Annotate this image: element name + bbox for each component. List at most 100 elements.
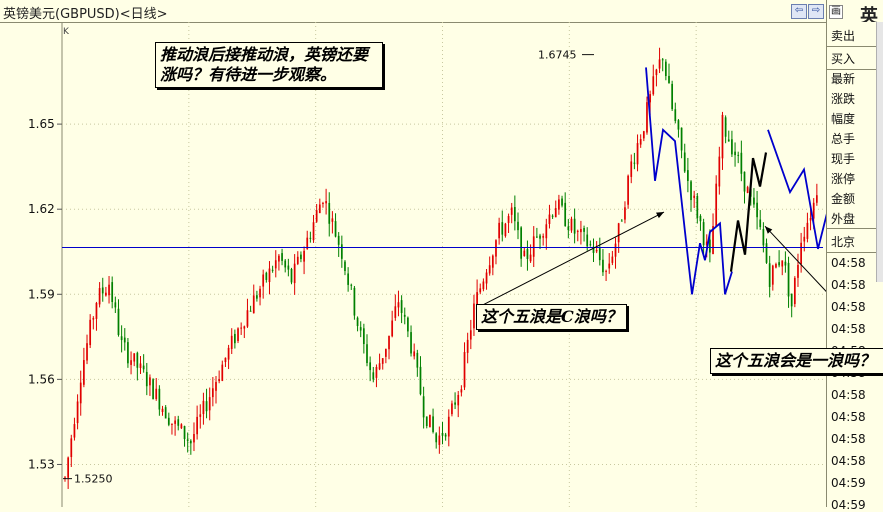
candle-body <box>438 435 441 445</box>
candle-body <box>463 352 466 388</box>
candle-body <box>362 328 365 345</box>
panel-time: 04:58 <box>831 300 866 314</box>
panel-divider <box>827 228 883 229</box>
candle-body <box>293 263 296 284</box>
candle-body <box>76 401 79 424</box>
candle-body <box>67 457 70 478</box>
candle-body <box>422 396 425 418</box>
candle-body <box>403 314 406 317</box>
candle-body <box>501 222 504 235</box>
candle-body <box>696 195 699 219</box>
candle-body <box>633 162 636 164</box>
candle-body <box>595 249 598 252</box>
candle-body <box>101 287 104 294</box>
candle-body <box>583 228 585 232</box>
candle-body <box>73 424 76 438</box>
candle-body <box>152 379 154 400</box>
candle-body <box>664 61 667 77</box>
panel-section-beijing: 北京 <box>831 235 856 249</box>
candle-body <box>158 388 161 410</box>
candle-body <box>108 284 110 296</box>
y-tick-label: 1.53 <box>28 457 55 471</box>
wave-black <box>729 152 768 272</box>
candle-body <box>171 423 173 425</box>
candle-body <box>340 244 343 259</box>
candle-body <box>149 377 151 386</box>
candle-body <box>793 277 796 305</box>
candle-body <box>208 397 211 411</box>
candle-body <box>429 414 431 428</box>
candle-body <box>674 109 677 122</box>
candle-body <box>765 243 768 263</box>
candle-body <box>318 204 321 214</box>
candle-body <box>425 416 428 427</box>
candle-body <box>598 247 601 261</box>
candle-body <box>532 236 535 257</box>
candle-body <box>661 59 664 61</box>
panel-scrollbar[interactable] <box>876 22 883 282</box>
candle-body <box>353 287 356 316</box>
candle-body <box>164 407 167 419</box>
panel-time: 04:58 <box>831 432 866 446</box>
candle-body <box>775 263 777 268</box>
candle-body <box>548 214 551 224</box>
candle-body <box>92 318 95 320</box>
panel-time: 04:58 <box>831 278 866 292</box>
prev-arrow-icon[interactable]: ⇦ <box>791 4 807 19</box>
candle-body <box>567 226 570 231</box>
quote-panel: 卖出 买入 最新 涨跌 幅度 总手 现手 涨停 金额 外盘 北京 04:58 04:58 04:58 04:… <box>826 22 883 512</box>
candle-body <box>617 223 620 243</box>
candle-body <box>743 171 746 192</box>
candle-body <box>771 265 774 285</box>
candle-body <box>602 259 604 273</box>
panel-label: 涨跌 <box>831 92 856 106</box>
candle-body <box>105 292 107 296</box>
candle-body <box>211 388 214 398</box>
candle-body <box>746 187 749 193</box>
candle-body <box>642 131 645 139</box>
candle-body <box>630 161 633 177</box>
candle-body <box>529 254 532 262</box>
candle-body <box>86 343 88 361</box>
candle-body <box>133 353 136 362</box>
candle-body <box>240 327 243 329</box>
candle-body <box>303 250 305 262</box>
panel-header: 英 画 <box>826 0 883 27</box>
candle-body <box>558 199 560 210</box>
candle-body <box>249 310 252 312</box>
candle-body <box>274 260 277 269</box>
candle-body <box>174 420 176 424</box>
panel-label: 外盘 <box>831 212 856 226</box>
next-arrow-icon[interactable]: ⇨ <box>808 4 824 19</box>
candles <box>63 47 818 489</box>
candle-body <box>491 255 494 268</box>
candle-body <box>542 236 545 238</box>
candle-body <box>646 102 648 133</box>
candlestick-chart: 1.65 1.62 1.59 1.56 1.53 K 1.6745 1.5250 <box>28 22 826 507</box>
candle-body <box>139 363 142 369</box>
note-first-wave: 这个五浪会是一浪吗？ <box>710 348 883 374</box>
candle-body <box>391 320 394 337</box>
candle-body <box>740 152 743 174</box>
candle-body <box>510 207 513 215</box>
candle-body <box>690 181 692 201</box>
candle-body <box>296 256 299 264</box>
candle-body <box>457 394 460 406</box>
candle-body <box>227 347 230 360</box>
candle-body <box>687 170 689 181</box>
panel-label: 现手 <box>831 152 856 166</box>
candle-body <box>83 360 85 385</box>
candle-body <box>167 417 170 425</box>
candle-body <box>312 222 315 241</box>
draw-tool-icon[interactable]: 画 <box>829 5 843 19</box>
candle-body <box>800 242 802 265</box>
candle-body <box>677 120 680 130</box>
candle-body <box>715 183 718 227</box>
wave-blue-2 <box>767 129 826 250</box>
panel-label: 最新 <box>831 72 856 86</box>
candle-body <box>737 154 740 156</box>
candle-body <box>803 236 806 242</box>
candle-body <box>337 235 340 245</box>
candle-body <box>95 302 98 319</box>
candle-body <box>189 440 192 444</box>
